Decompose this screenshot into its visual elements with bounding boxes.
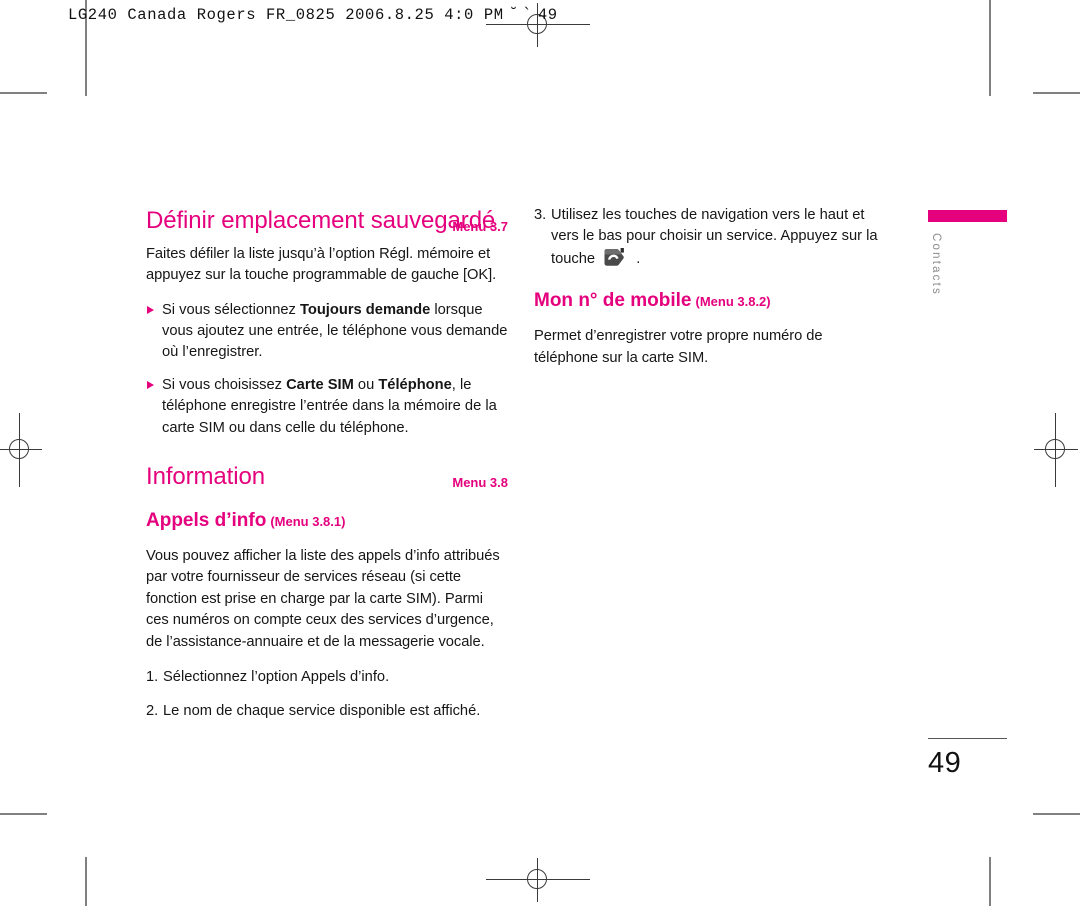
- printer-slug-line: LG240 Canada Rogers FR_0825 2006.8.25 4:…: [68, 5, 558, 24]
- slug-cjk-marks: ˘ `: [509, 5, 532, 23]
- subsection-title: Appels d’info: [146, 509, 267, 531]
- step-number: 3.: [534, 207, 547, 223]
- list-item: Si vous choisissez Carte SIM ou Téléphon…: [146, 375, 508, 439]
- numbered-step-list-continued: 3. Utilisez les touches de navigation ve…: [534, 205, 884, 270]
- subsection-menu-ref: (Menu 3.8.1): [270, 513, 346, 529]
- chapter-thumb-tab: Contacts: [928, 210, 1007, 296]
- printed-page: LG240 Canada Rogers FR_0825 2006.8.25 4:…: [0, 0, 1080, 906]
- step-number: 2.: [146, 703, 159, 720]
- right-column: 3. Utilisez les touches de navigation ve…: [534, 205, 884, 369]
- step-text: Sélectionnez l’option Appels d’info.: [163, 668, 390, 685]
- subsection-body-paragraph: Vous pouvez afficher la liste des appels…: [146, 547, 500, 650]
- list-item: Si vous sélectionnez Toujours demande lo…: [146, 300, 508, 364]
- bullet-text-bold: Toujours demande: [299, 301, 431, 318]
- bullet-text-mid: ou: [353, 376, 379, 393]
- step-text-before-icon: Utilisez les touches de navigation vers …: [551, 207, 878, 267]
- bullet-text-bold: Carte SIM: [286, 376, 354, 393]
- folio-rule: [928, 738, 1007, 740]
- list-item: 1. Sélectionnez l’option Appels d’info.: [146, 667, 508, 688]
- crop-mark-bottom-right-h: [1033, 813, 1080, 815]
- registration-mark-left: [0, 413, 42, 502]
- triangle-bullet-icon: [147, 380, 154, 389]
- send-key-icon: [603, 247, 628, 267]
- bullet-text-pre: Si vous sélectionnez: [162, 301, 300, 318]
- crop-mark-bottom-right-v: [989, 857, 991, 906]
- crop-mark-top-right-h: [1033, 92, 1080, 94]
- info-heading-row: Information Menu 3.8: [146, 461, 508, 493]
- crop-mark-bottom-left-v: [85, 857, 87, 906]
- crop-mark-top-right-v: [989, 0, 991, 96]
- subsection-heading-appels: Appels d’info (Menu 3.8.1): [146, 509, 508, 533]
- thumb-tab-bar: [928, 210, 1007, 222]
- subsection-title: Mon n° de mobile: [534, 290, 692, 312]
- left-column: Définir emplacement sauvegardé Menu 3.7 …: [146, 205, 508, 736]
- registration-mark-bottom-center: [486, 858, 590, 902]
- bullet-list: Si vous sélectionnez Toujours demande lo…: [146, 300, 508, 440]
- section-intro-paragraph: Faites défiler la liste jusqu’à l’option…: [146, 245, 497, 284]
- step-text: Le nom de chaque service disponible est …: [163, 703, 481, 720]
- folio: 49: [928, 738, 1008, 780]
- section-menu-ref: Menu 3.7: [452, 218, 508, 234]
- list-item: 2. Le nom de chaque service disponible e…: [146, 701, 508, 722]
- subsection-body-paragraph: Permet d’enregistrer votre propre numéro…: [534, 328, 823, 366]
- subsection-heading-mon-numero: Mon n° de mobile (Menu 3.8.2): [534, 289, 884, 313]
- registration-mark-right: [1034, 413, 1078, 502]
- section-heading-row: Définir emplacement sauvegardé Menu 3.7: [146, 205, 508, 237]
- bullet-text-pre: Si vous choisissez: [162, 376, 287, 393]
- page-number: 49: [928, 747, 962, 780]
- list-item: 3. Utilisez les touches de navigation ve…: [534, 205, 884, 270]
- crop-mark-bottom-left-h: [0, 813, 47, 815]
- numbered-step-list: 1. Sélectionnez l’option Appels d’info. …: [146, 667, 508, 723]
- thumb-tab-label: Contacts: [930, 233, 942, 296]
- slug-text: LG240 Canada Rogers FR_0825 2006.8.25 4:…: [68, 6, 504, 24]
- triangle-bullet-icon: [147, 305, 154, 314]
- slug-page-ref: 49: [537, 6, 558, 24]
- info-section-menu-ref: Menu 3.8: [452, 474, 508, 490]
- step-text-after-icon: .: [632, 250, 641, 267]
- subsection-menu-ref: (Menu 3.8.2): [695, 294, 771, 310]
- bullet-text-bold-2: Téléphone: [378, 376, 452, 393]
- crop-mark-top-left-h: [0, 92, 47, 94]
- step-number: 1.: [146, 668, 159, 685]
